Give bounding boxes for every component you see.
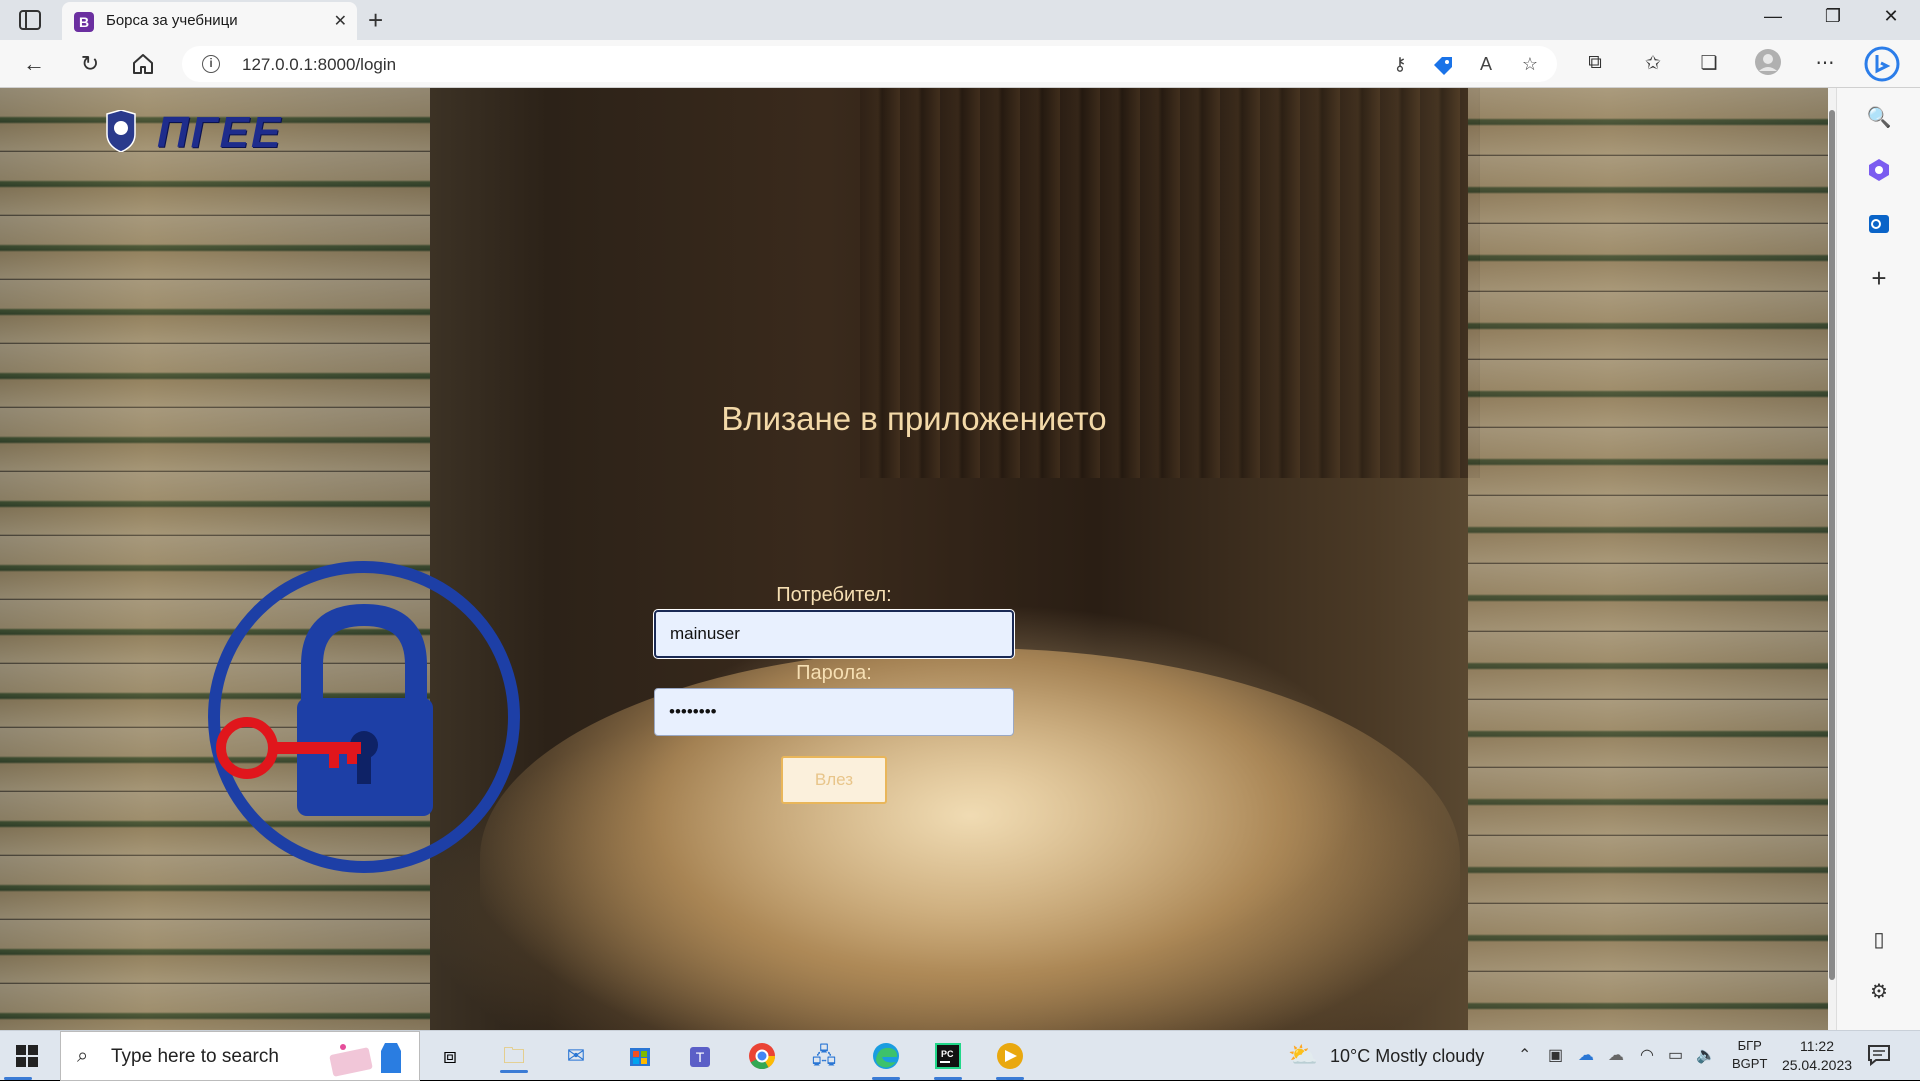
task-view-icon[interactable]: ⧈	[432, 1039, 468, 1073]
url-text[interactable]: 127.0.0.1:8000/login	[242, 55, 396, 75]
tab-actions-icon[interactable]	[18, 9, 42, 31]
minimize-button[interactable]: —	[1758, 6, 1788, 27]
address-bar: ← ↻ i 127.0.0.1:8000/login ⚷ A ☆ ⧉ ✩ ❏ ⋯	[0, 40, 1920, 88]
password-label: Парола:	[796, 662, 872, 684]
url-field[interactable]: i 127.0.0.1:8000/login ⚷ A ☆	[182, 46, 1557, 82]
windows-taskbar: ⌕ Type here to search ⧈ 🗀 ✉ T 🖧 PC ⛅ 10°…	[0, 1030, 1920, 1081]
maximize-button[interactable]: ❐	[1818, 6, 1848, 27]
extensions-icon[interactable]: ⧉	[1582, 52, 1608, 74]
remote-desktop-icon[interactable]: 🖧	[806, 1039, 842, 1073]
page-title: Влизане в приложението	[721, 400, 1107, 437]
clock-time: 11:22	[1800, 1038, 1834, 1054]
tab-favicon-icon: B	[74, 12, 94, 32]
input-language-indicator[interactable]: БГР BGPT	[1732, 1037, 1767, 1073]
school-logo-text: ПГЕЕ	[157, 108, 283, 157]
sidebar-add-icon[interactable]: +	[1865, 264, 1893, 292]
close-window-button[interactable]: ✕	[1876, 6, 1906, 27]
battery-icon[interactable]: ▭	[1668, 1045, 1683, 1065]
svg-text:T: T	[696, 1049, 705, 1065]
sidebar-layout-icon[interactable]: ▯	[1865, 926, 1893, 954]
add-favorite-icon[interactable]: ☆	[1518, 54, 1542, 75]
collections-icon[interactable]: ❏	[1696, 52, 1722, 75]
weather-text: 10°C Mostly cloudy	[1330, 1046, 1485, 1066]
home-icon[interactable]	[131, 52, 155, 76]
wifi-icon[interactable]: ◠	[1640, 1045, 1654, 1065]
tray-device-icon[interactable]: ▣	[1548, 1045, 1563, 1065]
windows-start-icon[interactable]	[16, 1045, 38, 1067]
profile-avatar-icon[interactable]	[1754, 48, 1782, 76]
file-explorer-icon[interactable]: 🗀	[496, 1039, 532, 1073]
onedrive-personal-cloud-icon[interactable]: ☁	[1608, 1045, 1624, 1065]
sidebar-settings-gear-icon[interactable]: ⚙	[1865, 978, 1893, 1006]
read-aloud-icon[interactable]: A	[1474, 54, 1498, 75]
mail-icon[interactable]: ✉	[558, 1039, 594, 1073]
language-code: БГР	[1737, 1038, 1762, 1053]
tab-close-icon[interactable]: ✕	[334, 11, 347, 31]
shopping-tag-icon[interactable]	[1432, 55, 1454, 75]
media-player-icon[interactable]	[992, 1039, 1028, 1073]
school-shield-icon	[106, 110, 136, 152]
search-icon: ⌕	[77, 1045, 89, 1067]
background-books-right	[1468, 88, 1828, 1030]
taskbar-search-placeholder: Type here to search	[111, 1046, 279, 1067]
taskbar-search-box[interactable]: ⌕ Type here to search	[60, 1031, 420, 1081]
tab-bar: B Борса за учебници ✕ + — ❐ ✕	[0, 0, 1920, 40]
sidebar-outlook-icon[interactable]	[1865, 210, 1893, 238]
username-label: Потребител:	[776, 584, 892, 606]
sidebar-copilot-icon[interactable]	[1865, 156, 1893, 184]
login-button[interactable]: Влез	[781, 756, 887, 804]
browser-tab[interactable]: B Борса за учебници ✕	[62, 2, 357, 40]
bing-copilot-icon[interactable]	[1864, 46, 1900, 82]
taskbar-clock[interactable]: 11:22 25.04.2023	[1772, 1037, 1862, 1075]
pycharm-icon[interactable]: PC	[930, 1039, 966, 1073]
username-input[interactable]	[654, 610, 1014, 658]
cloudy-weather-icon: ⛅	[1288, 1042, 1318, 1069]
notification-center-icon[interactable]	[1866, 1043, 1892, 1067]
password-input[interactable]	[654, 688, 1014, 736]
tray-overflow-chevron-icon[interactable]: ⌃	[1518, 1045, 1531, 1065]
file-explorer-running-indicator	[500, 1070, 528, 1073]
microsoft-store-icon[interactable]	[622, 1039, 658, 1073]
scrollbar-thumb[interactable]	[1829, 110, 1835, 980]
teams-icon[interactable]: T	[684, 1039, 720, 1073]
edge-sidebar: 🔍 + ▯ ⚙	[1836, 88, 1920, 1030]
favorites-icon[interactable]: ✩	[1640, 52, 1666, 75]
sidebar-search-icon[interactable]: 🔍	[1865, 104, 1893, 132]
volume-icon[interactable]: 🔈	[1696, 1045, 1716, 1065]
onedrive-cloud-icon[interactable]: ☁	[1578, 1045, 1594, 1065]
clock-date: 25.04.2023	[1781, 1057, 1853, 1073]
search-highlight-illustration-icon	[329, 1043, 401, 1077]
password-key-icon[interactable]: ⚷	[1388, 54, 1412, 75]
site-info-icon[interactable]: i	[202, 55, 220, 73]
chrome-icon[interactable]	[744, 1039, 780, 1073]
more-options-icon[interactable]: ⋯	[1812, 52, 1838, 75]
page-scrollbar[interactable]	[1828, 88, 1836, 1030]
background-books-left	[0, 88, 430, 1030]
lock-key-icon	[208, 561, 520, 873]
refresh-icon[interactable]: ↻	[76, 50, 104, 78]
keyboard-layout-code: BGPT	[1732, 1056, 1768, 1071]
tab-title: Борса за учебници	[106, 12, 238, 29]
edge-icon[interactable]	[868, 1039, 904, 1073]
new-tab-button[interactable]: +	[368, 5, 383, 36]
back-arrow-icon[interactable]: ←	[20, 50, 48, 78]
login-form: Потребител: Парола: Влез	[654, 584, 1014, 804]
login-page: ПГЕЕ Влизане в приложението Потребител: …	[0, 88, 1828, 1030]
svg-text:PC: PC	[941, 1049, 954, 1059]
